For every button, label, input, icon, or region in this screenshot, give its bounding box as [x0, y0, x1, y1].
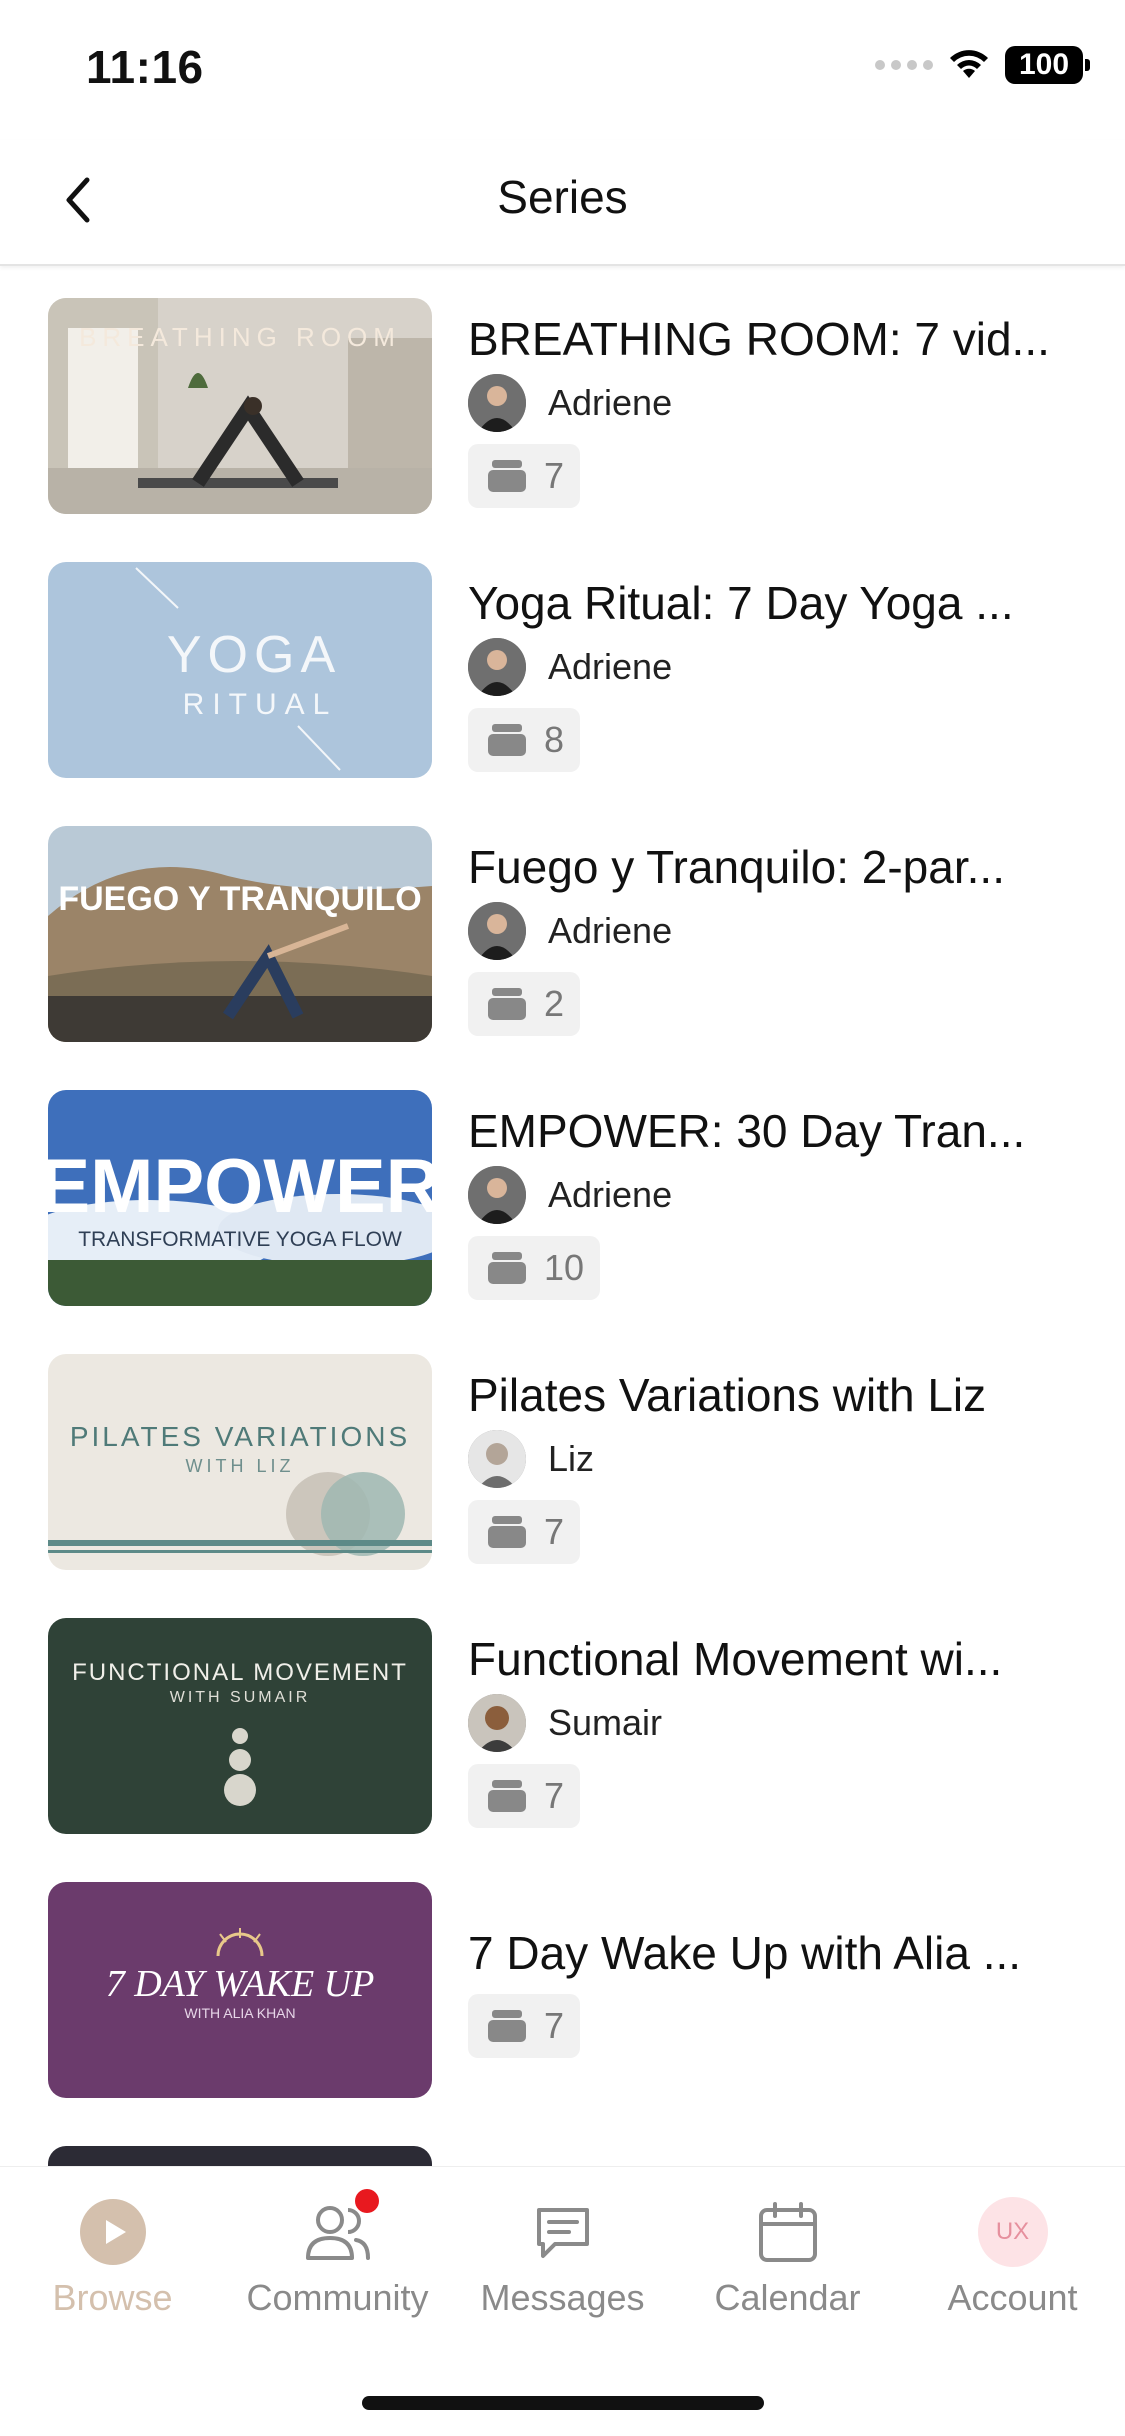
series-thumbnail: FUNCTIONAL MOVEMENT WITH SUMAIR	[48, 1618, 432, 1834]
video-count-badge: 7	[468, 1994, 581, 2058]
tab-label: Calendar	[714, 2277, 861, 2318]
author-avatar	[468, 1694, 526, 1752]
author-avatar	[468, 638, 526, 696]
stack-icon	[488, 1516, 526, 1548]
status-bar: 11:16 100	[0, 0, 1125, 140]
play-icon	[78, 2197, 148, 2267]
video-count: 7	[544, 455, 565, 496]
video-count: 7	[544, 2005, 565, 2046]
thumbnail-subtitle: WITH ALIA KHAN	[184, 2005, 295, 2021]
account-initials: UX	[977, 2197, 1048, 2267]
thumbnail-title: FUNCTIONAL MOVEMENT	[72, 1659, 408, 1686]
series-thumbnail: 7 DAY WAKE UP WITH ALIA KHAN	[48, 1882, 432, 2098]
author-name: Adriene	[548, 646, 673, 687]
series-thumbnail: YOGA RITUAL	[48, 562, 432, 778]
video-count: 2	[544, 983, 565, 1024]
author-name: Adriene	[548, 1174, 673, 1215]
series-row[interactable]: PILATES VARIATIONS WITH LIZ Pilates Vari…	[0, 1324, 1125, 1588]
series-author: Sumair	[468, 1694, 662, 1752]
tab-label: Community	[246, 2277, 429, 2318]
video-count-badge: 2	[468, 972, 581, 1036]
account-icon: UX	[977, 2197, 1048, 2267]
tab-messages[interactable]: Messages	[450, 2197, 675, 2319]
series-title[interactable]: Fuego y Tranquilo: 2-par...	[468, 840, 1080, 894]
series-row[interactable]: BREATHING ROOM BREATHING ROOM: 7 vid... …	[0, 268, 1125, 532]
series-title[interactable]: BREATHING ROOM: 7 vid...	[468, 312, 1080, 366]
author-name: Adriene	[548, 382, 673, 423]
stack-icon	[488, 2010, 526, 2042]
series-author: Adriene	[468, 902, 672, 960]
stack-icon	[488, 724, 526, 756]
stack-icon	[488, 1252, 526, 1284]
thumbnail-subtitle: WITH LIZ	[186, 1456, 295, 1476]
tab-label: Account	[947, 2277, 1078, 2318]
home-indicator[interactable]	[362, 2396, 764, 2410]
author-avatar	[468, 902, 526, 960]
notification-badge	[354, 2189, 379, 2213]
series-author: Adriene	[468, 1166, 672, 1224]
page-title: Series	[497, 171, 628, 223]
author-name: Sumair	[548, 1702, 663, 1743]
video-count: 7	[544, 1511, 565, 1552]
series-title[interactable]: Pilates Variations with Liz	[468, 1368, 1080, 1422]
stack-icon	[488, 460, 526, 492]
series-title[interactable]: 7 Day Wake Up with Alia ...	[468, 1926, 1080, 1980]
wifi-icon	[950, 50, 988, 78]
thumbnail-title: 7 DAY WAKE UP	[106, 1963, 375, 2005]
battery-icon: 100	[1005, 46, 1090, 84]
series-title[interactable]: Functional Movement wi...	[468, 1632, 1080, 1686]
author-name: Adriene	[548, 910, 673, 951]
cellular-signal-icon	[875, 60, 933, 70]
tab-community[interactable]: Community	[225, 2189, 450, 2319]
thumbnail-subtitle: WITH SUMAIR	[170, 1689, 311, 1706]
video-count: 10	[544, 1247, 585, 1288]
tab-label: Messages	[480, 2277, 645, 2318]
series-thumbnail: BREATHING ROOM	[48, 298, 432, 514]
series-author: Liz	[468, 1430, 594, 1488]
thumbnail-subtitle: RITUAL	[183, 688, 338, 721]
status-time: 11:16	[86, 41, 204, 93]
tab-label: Browse	[52, 2277, 173, 2318]
series-title[interactable]: Yoga Ritual: 7 Day Yoga ...	[468, 576, 1080, 630]
nav-header: Series	[0, 140, 1125, 266]
video-count-badge: 7	[468, 1764, 581, 1828]
author-avatar	[468, 1166, 526, 1224]
status-icons: 100	[875, 46, 1090, 84]
series-row[interactable]: FUNCTIONAL MOVEMENT WITH SUMAIR Function…	[0, 1588, 1125, 1852]
thumbnail-title: EMPOWER	[48, 1144, 432, 1229]
series-title[interactable]: EMPOWER: 30 Day Tran...	[468, 1104, 1080, 1158]
video-count-badge: 8	[468, 708, 581, 772]
series-author: Adriene	[468, 374, 672, 432]
video-count-badge: 10	[468, 1236, 601, 1300]
series-row[interactable]: EMPOWER TRANSFORMATIVE YOGA FLOW EMPOWER…	[0, 1060, 1125, 1324]
people-icon	[303, 2189, 379, 2267]
tab-account[interactable]: UX Account	[900, 2197, 1125, 2319]
video-count-badge: 7	[468, 1500, 581, 1564]
series-row[interactable]: YOGA RITUAL Yoga Ritual: 7 Day Yoga ... …	[0, 532, 1125, 796]
series-row[interactable]: FUEGO Y TRANQUILO Fuego y Tranquilo: 2-p…	[0, 796, 1125, 1060]
series-row-partial[interactable]	[0, 2116, 1125, 2176]
calendar-icon	[753, 2197, 823, 2267]
series-row[interactable]: 7 DAY WAKE UP WITH ALIA KHAN 7 Day Wake …	[0, 1852, 1125, 2116]
tab-calendar[interactable]: Calendar	[675, 2197, 900, 2319]
thumbnail-title: FUEGO Y TRANQUILO	[58, 880, 421, 918]
author-avatar	[468, 374, 526, 432]
video-count-badge: 7	[468, 444, 581, 508]
chat-icon	[528, 2197, 598, 2267]
series-thumbnail: FUEGO Y TRANQUILO	[48, 826, 432, 1042]
stack-icon	[488, 988, 526, 1020]
author-avatar	[468, 1430, 526, 1488]
stack-icon	[488, 1780, 526, 1812]
video-count: 8	[544, 719, 565, 760]
author-name: Liz	[548, 1438, 595, 1479]
video-count: 7	[544, 1775, 565, 1816]
series-author: Adriene	[468, 638, 672, 696]
series-thumbnail: PILATES VARIATIONS WITH LIZ	[48, 1354, 432, 1570]
series-thumbnail: EMPOWER TRANSFORMATIVE YOGA FLOW	[48, 1090, 432, 1306]
thumbnail-title: BREATHING ROOM	[79, 322, 401, 352]
tab-browse[interactable]: Browse	[0, 2197, 225, 2319]
thumbnail-title: PILATES VARIATIONS	[70, 1421, 410, 1452]
thumbnail-subtitle: TRANSFORMATIVE YOGA FLOW	[78, 1228, 402, 1251]
thumbnail-title: YOGA	[167, 626, 341, 684]
